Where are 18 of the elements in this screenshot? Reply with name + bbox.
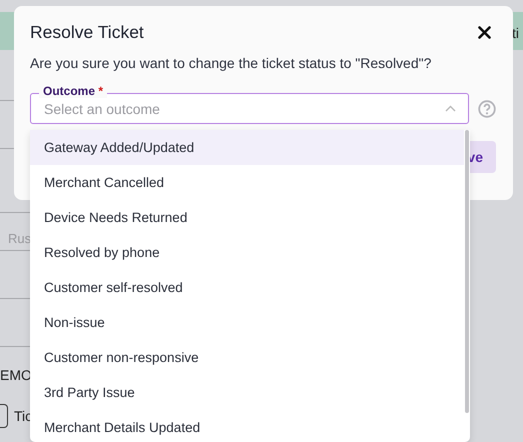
dropdown-option[interactable]: Resolved by phone	[30, 235, 464, 270]
dropdown-option[interactable]: Customer self-resolved	[30, 270, 464, 305]
dropdown-option[interactable]: Gateway Added/Updated	[30, 130, 464, 165]
dropdown-option[interactable]: Customer non-responsive	[30, 340, 464, 375]
dialog-message: Are you sure you want to change the ticket status to "Resolved"?	[30, 55, 432, 71]
scrollbar[interactable]	[465, 130, 469, 413]
checkbox[interactable]	[0, 404, 8, 428]
dialog-title: Resolve Ticket	[30, 22, 144, 43]
dropdown-option[interactable]: Merchant Cancelled	[30, 165, 464, 200]
field-label: Outcome *	[39, 84, 108, 98]
table-cell: Rus	[8, 231, 32, 246]
dropdown-option[interactable]: 3rd Party Issue	[30, 375, 464, 410]
dropdown-option[interactable]: Merchant Details Updated	[30, 410, 464, 442]
select-placeholder: Select an outcome	[44, 100, 161, 116]
header-text: ti	[512, 25, 519, 41]
close-icon[interactable]	[478, 26, 491, 39]
dropdown-option[interactable]: Device Needs Returned	[30, 200, 464, 235]
dropdown-option[interactable]: Non-issue	[30, 305, 464, 340]
